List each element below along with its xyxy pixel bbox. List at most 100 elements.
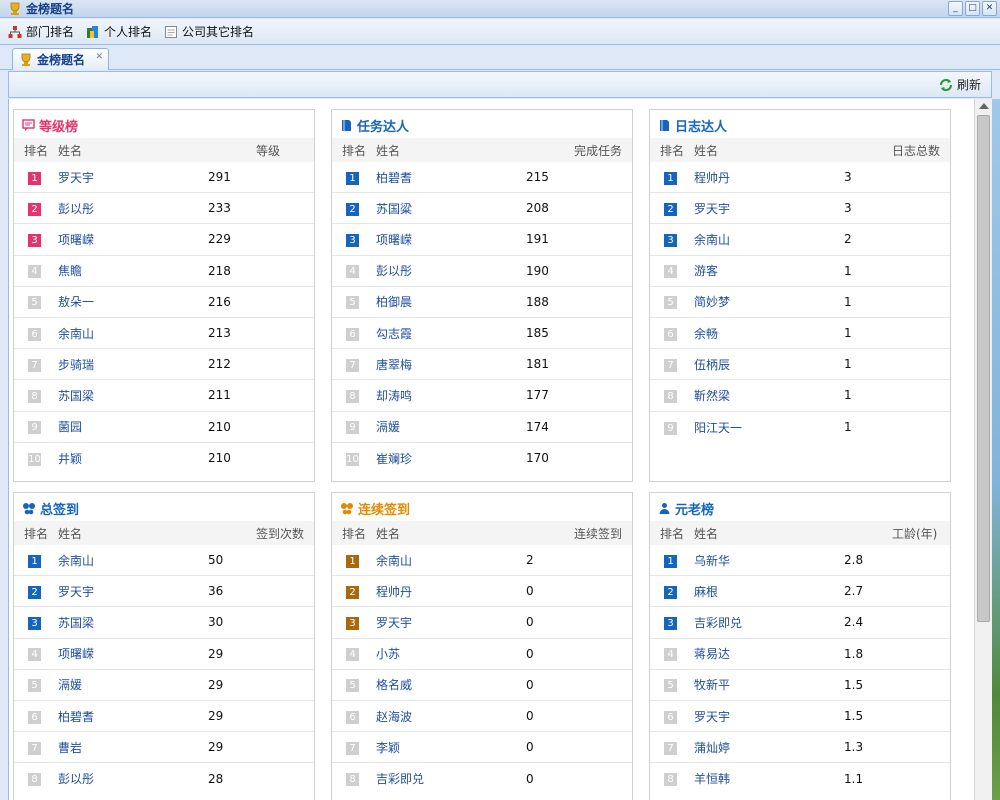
- member-name-link[interactable]: 罗天宇: [58, 171, 94, 185]
- member-name-link[interactable]: 滆媛: [58, 678, 82, 692]
- rank-badge: 6: [28, 327, 41, 341]
- member-name-link[interactable]: 柏御晨: [376, 295, 412, 309]
- member-name-link[interactable]: 靳然梁: [694, 389, 730, 403]
- member-name-link[interactable]: 罗天宇: [694, 202, 730, 216]
- ranking-value: 218: [208, 263, 231, 278]
- ranking-value: 216: [208, 294, 231, 309]
- member-name-link[interactable]: 麻根: [694, 585, 718, 599]
- member-name-link[interactable]: 罗天宇: [694, 710, 730, 724]
- rank-badge: 2: [664, 585, 677, 599]
- ranking-value: 30: [208, 615, 224, 630]
- table-row: 8 靳然梁 1: [650, 380, 950, 412]
- member-name-link[interactable]: 吉彩即兑: [376, 772, 424, 786]
- table-row: 4 焦瞻 218: [14, 256, 314, 287]
- member-name-link[interactable]: 余畅: [694, 327, 718, 341]
- rank-badge: 4: [346, 265, 359, 279]
- member-name-link[interactable]: 柏碧耆: [376, 171, 412, 185]
- member-name-link[interactable]: 菌园: [58, 420, 82, 434]
- column-header-row: 排名 姓名 日志总数: [650, 138, 950, 162]
- org-chart-icon: [8, 25, 22, 38]
- ranking-value: 233: [208, 201, 231, 216]
- table-row: 2 罗天宇 3: [650, 193, 950, 225]
- column-header-row: 排名 姓名 工龄(年): [650, 521, 950, 545]
- member-name-link[interactable]: 简妙梦: [694, 295, 730, 309]
- maximize-button[interactable]: □: [965, 1, 980, 16]
- rank-badge: 4: [28, 648, 41, 662]
- rank-badge: 5: [28, 679, 41, 693]
- member-name-link[interactable]: 彭以彤: [376, 264, 412, 278]
- member-name-link[interactable]: 蒲灿婷: [694, 741, 730, 755]
- member-name-link[interactable]: 小苏: [376, 647, 400, 661]
- table-row: 7 曹岩 29: [14, 732, 314, 764]
- member-name-link[interactable]: 井颖: [58, 452, 82, 466]
- member-name-link[interactable]: 项曙嵘: [376, 233, 412, 247]
- member-name-link[interactable]: 崔斓珍: [376, 452, 412, 466]
- member-name-link[interactable]: 苏国粱: [376, 202, 412, 216]
- member-name-link[interactable]: 滆媛: [376, 420, 400, 434]
- minimize-button[interactable]: _: [948, 1, 963, 16]
- member-name-link[interactable]: 步骑瑞: [58, 358, 94, 372]
- rank-badge: 2: [346, 202, 359, 216]
- rank-badge: 3: [664, 616, 677, 630]
- member-name-link[interactable]: 余南山: [694, 233, 730, 247]
- refresh-button[interactable]: 刷新: [938, 76, 981, 93]
- ranking-value: 50: [208, 553, 224, 568]
- table-row: 8 苏国梁 211: [14, 380, 314, 412]
- member-name-link[interactable]: 苏国梁: [58, 616, 94, 630]
- vertical-scrollbar[interactable]: [974, 99, 992, 800]
- ranking-value: 0: [526, 677, 534, 692]
- member-name-link[interactable]: 曹岩: [58, 741, 82, 755]
- table-row: 8 却涛鸣 177: [332, 380, 632, 412]
- member-name-link[interactable]: 余南山: [376, 554, 412, 568]
- member-name-link[interactable]: 李颖: [376, 741, 400, 755]
- member-name-link[interactable]: 格名威: [376, 678, 412, 692]
- member-name-link[interactable]: 余南山: [58, 554, 94, 568]
- scroll-thumb[interactable]: [977, 115, 990, 622]
- member-name-link[interactable]: 吉彩即兑: [694, 616, 742, 630]
- menu-company-other-ranking[interactable]: 公司其它排名: [164, 23, 254, 40]
- member-name-link[interactable]: 焦瞻: [58, 264, 82, 278]
- member-name-link[interactable]: 游客: [694, 264, 718, 278]
- table-row: 7 李颖 0: [332, 732, 632, 764]
- member-name-link[interactable]: 项曙嵘: [58, 233, 94, 247]
- member-name-link[interactable]: 蒋易达: [694, 647, 730, 661]
- member-name-link[interactable]: 勾志霞: [376, 327, 412, 341]
- member-name-link[interactable]: 敖朵一: [58, 295, 94, 309]
- member-name-link[interactable]: 赵海波: [376, 710, 412, 724]
- member-name-link[interactable]: 罗天宇: [58, 585, 94, 599]
- menu-dept-ranking[interactable]: 部门排名: [8, 23, 74, 40]
- butterfly-icon: [340, 502, 354, 518]
- member-name-link[interactable]: 却涛鸣: [376, 389, 412, 403]
- member-name-link[interactable]: 彭以彤: [58, 202, 94, 216]
- menu-personal-ranking[interactable]: 个人排名: [86, 23, 152, 40]
- member-name-link[interactable]: 伍柄辰: [694, 358, 730, 372]
- member-name-link[interactable]: 唐翠梅: [376, 358, 412, 372]
- member-name-link[interactable]: 罗天宇: [376, 616, 412, 630]
- member-name-link[interactable]: 苏国梁: [58, 389, 94, 403]
- ranking-value: 29: [208, 740, 224, 755]
- ranking-value: 170: [526, 451, 549, 466]
- rank-badge: 9: [664, 421, 677, 435]
- rank-badge: 4: [346, 648, 359, 662]
- tab-close-icon[interactable]: ✕: [95, 52, 103, 62]
- member-name-link[interactable]: 程帅丹: [694, 171, 730, 185]
- member-name-link[interactable]: 牧新平: [694, 678, 730, 692]
- scroll-up-arrow-icon[interactable]: [979, 103, 989, 109]
- close-button[interactable]: ✕: [982, 1, 997, 16]
- member-name-link[interactable]: 柏碧耆: [58, 710, 94, 724]
- background-strip: [992, 99, 1000, 800]
- member-name-link[interactable]: 乌新华: [694, 554, 730, 568]
- ranking-value: 36: [208, 584, 224, 599]
- member-name-link[interactable]: 项曙嵘: [58, 647, 94, 661]
- table-row: 1 余南山 50: [14, 545, 314, 577]
- rank-badge: 8: [28, 389, 41, 403]
- member-name-link[interactable]: 彭以彤: [58, 772, 94, 786]
- member-name-link[interactable]: 余南山: [58, 327, 94, 341]
- tab-golden-list[interactable]: 金榜题名 ✕: [12, 48, 109, 70]
- member-name-link[interactable]: 羊恒韩: [694, 772, 730, 786]
- table-row: 4 项曙嵘 29: [14, 639, 314, 670]
- member-name-link[interactable]: 阳江天一: [694, 421, 742, 435]
- rank-badge: 3: [346, 233, 359, 247]
- member-name-link[interactable]: 程帅丹: [376, 585, 412, 599]
- table-row: 7 步骑瑞 212: [14, 349, 314, 381]
